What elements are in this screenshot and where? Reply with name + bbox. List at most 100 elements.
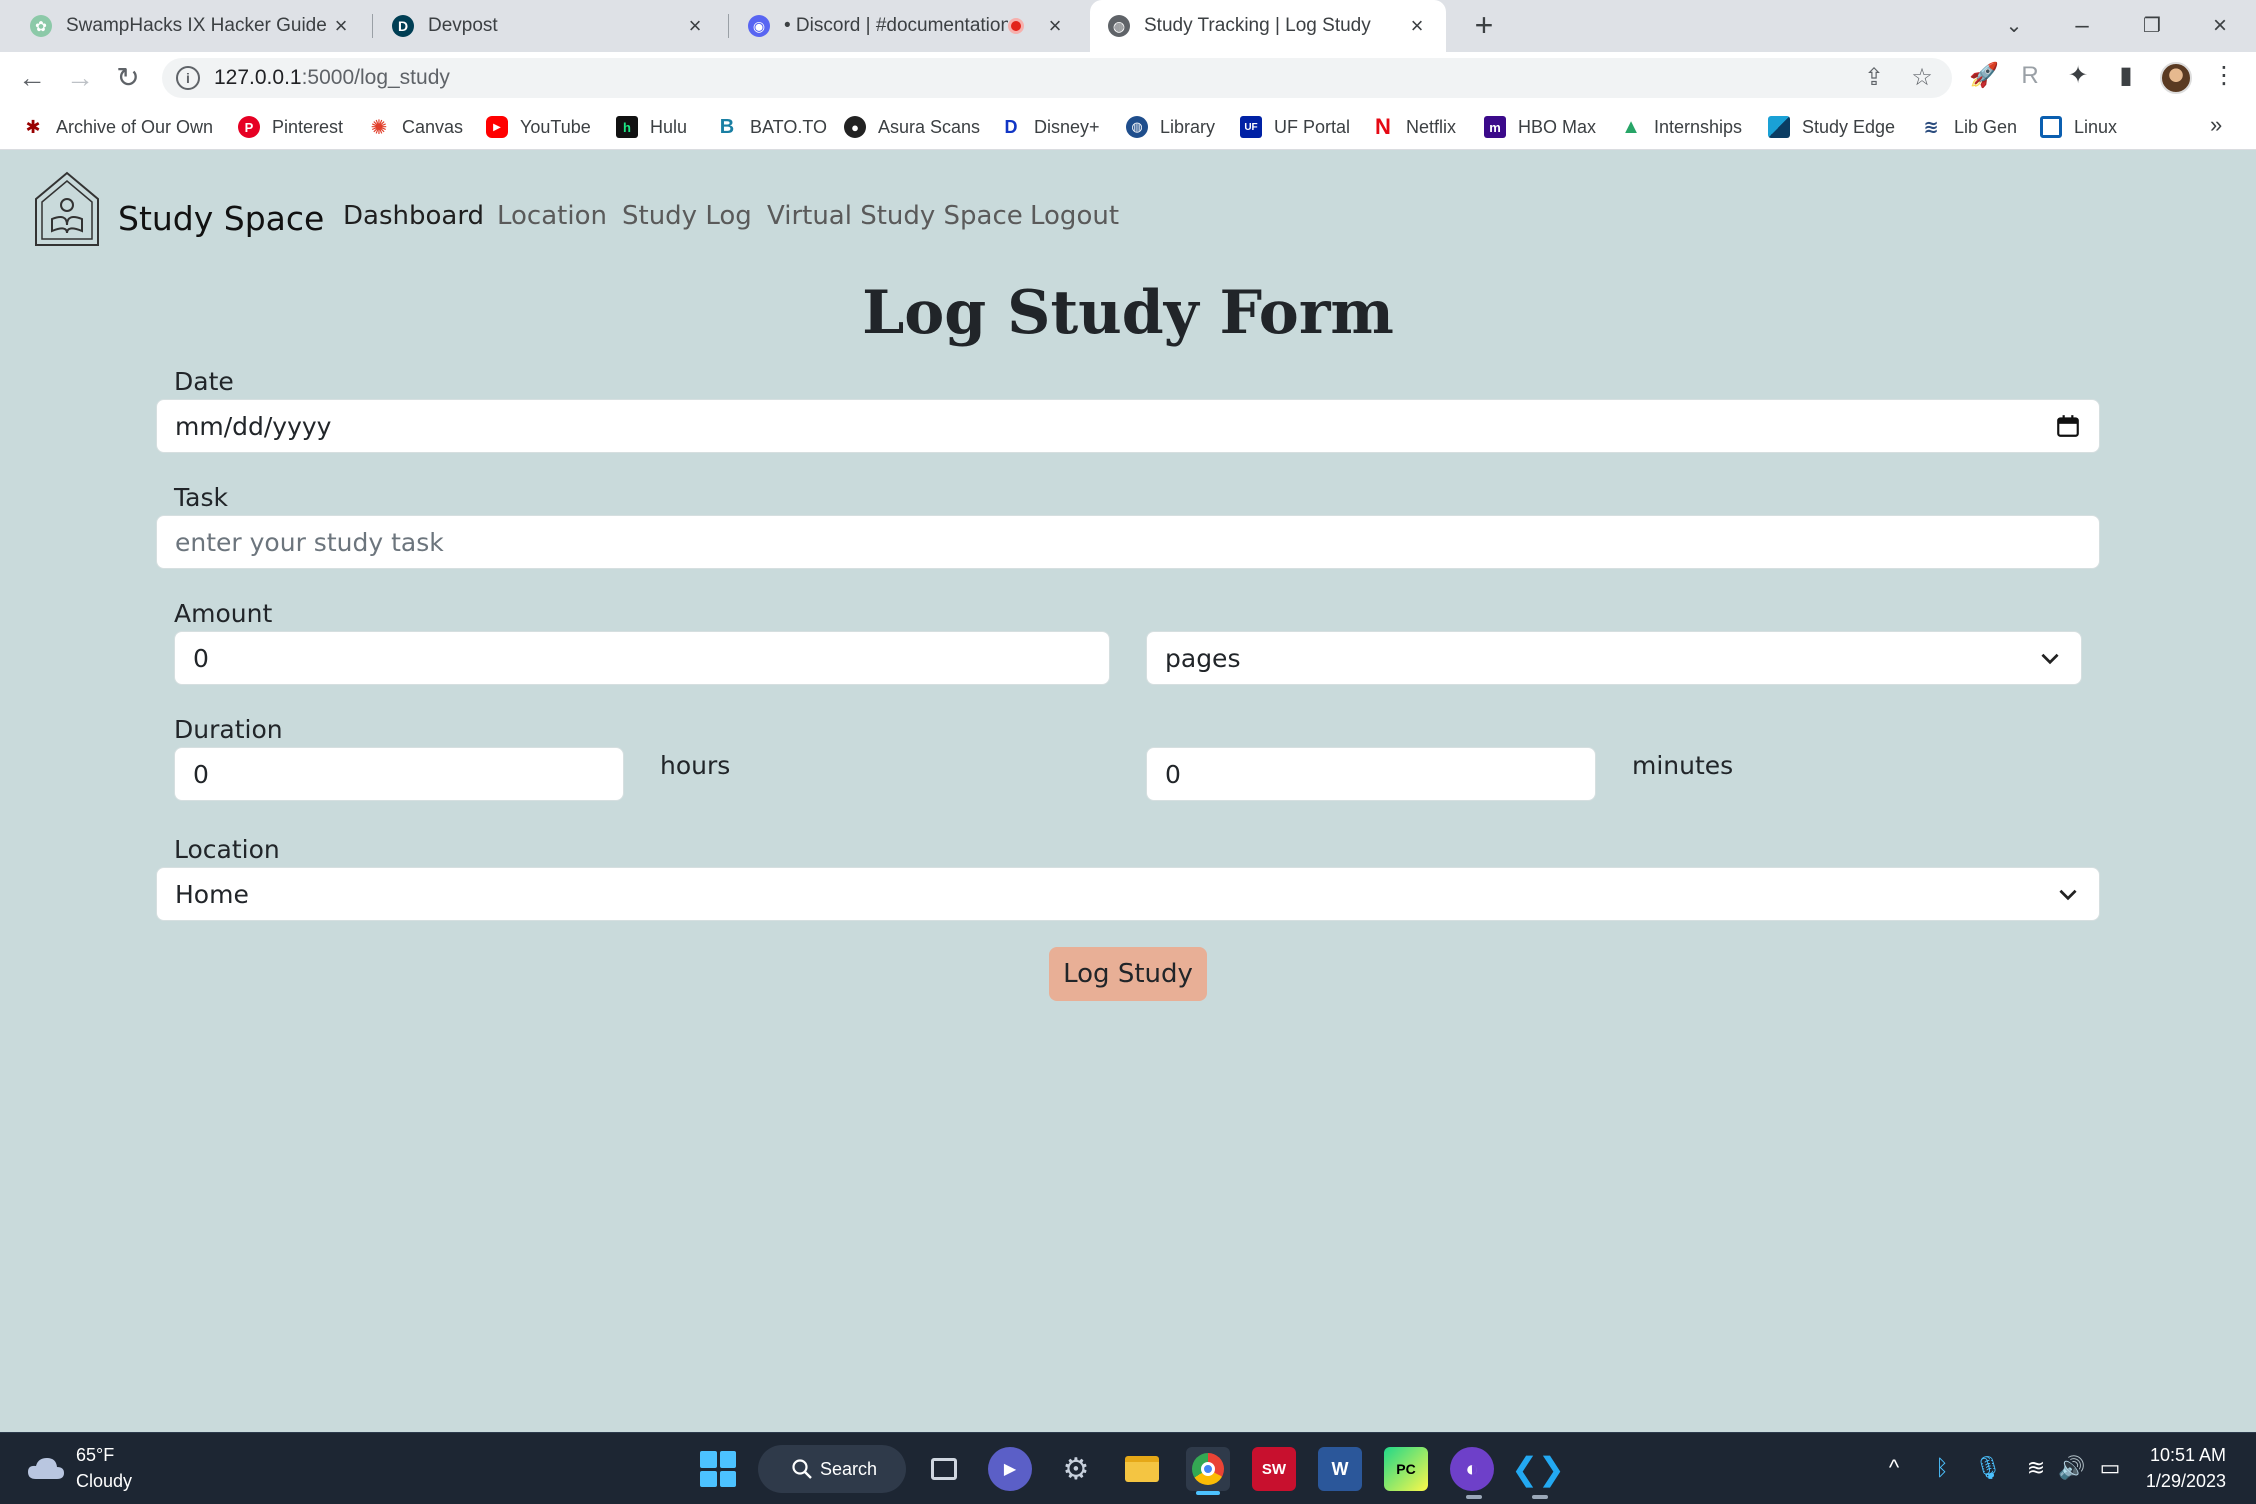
minutes-input[interactable]: 0 <box>1146 747 1596 801</box>
microphone-icon[interactable]: 🎙 <box>1974 1455 2002 1481</box>
address-bar[interactable]: i 127.0.0.1:5000/log_study ⇪ ☆ <box>162 58 1952 98</box>
window-close-button[interactable]: × <box>2198 6 2242 46</box>
close-tab-icon[interactable]: × <box>330 15 352 37</box>
bookmark-asura[interactable]: ● Asura Scans <box>844 114 980 140</box>
back-button[interactable]: ← <box>14 60 50 96</box>
bookmark-ao3[interactable]: ✱ Archive of Our Own <box>22 114 213 140</box>
bookmark-star-icon[interactable]: ☆ <box>1906 62 1938 94</box>
bookmark-hbo-max[interactable]: m HBO Max <box>1484 114 1596 140</box>
extension-r-icon[interactable]: R <box>2014 60 2046 92</box>
youtube-icon: ▶ <box>486 116 508 138</box>
vscode-icon[interactable]: ❮❯ <box>1511 1447 1565 1491</box>
browser-tab-strip: ✿ SwampHacks IX Hacker Guide × D Devpost… <box>0 0 2256 52</box>
amount-input[interactable]: 0 <box>174 631 1110 685</box>
close-tab-icon[interactable]: × <box>1406 15 1428 37</box>
bookmark-pinterest[interactable]: P Pinterest <box>238 114 343 140</box>
bluetooth-icon[interactable]: ᛒ <box>1928 1455 1956 1481</box>
tab-study-tracking[interactable]: ◍ Study Tracking | Log Study × <box>1090 0 1446 52</box>
forward-button[interactable]: → <box>62 60 98 96</box>
hours-unit-label: hours <box>660 751 731 780</box>
url-text[interactable]: 127.0.0.1:5000/log_study <box>214 66 450 90</box>
bookmark-linux[interactable]: Linux <box>2040 114 2117 140</box>
task-input[interactable]: enter your study task <box>156 515 2100 569</box>
tab-search-chevron-icon[interactable]: ⌄ <box>1992 6 2036 46</box>
date-input[interactable]: mm/dd/yyyy <box>156 399 2100 453</box>
tab-discord[interactable]: ◉ • Discord | #documentations × <box>730 0 1084 52</box>
weather-temperature[interactable]: 65°F <box>76 1445 114 1466</box>
nav-logout[interactable]: Logout <box>1030 201 1119 231</box>
reload-button[interactable]: ↻ <box>110 60 146 96</box>
bookmark-canvas[interactable]: ✺ Canvas <box>368 114 463 140</box>
bookmark-label: Canvas <box>402 116 464 137</box>
tab-swamphacks[interactable]: ✿ SwampHacks IX Hacker Guide × <box>12 0 370 52</box>
show-hidden-icons-chevron-icon[interactable]: ^ <box>1880 1455 1908 1481</box>
bookmark-youtube[interactable]: ▶ YouTube <box>486 114 591 140</box>
bookmark-uf-portal[interactable]: UF UF Portal <box>1240 114 1350 140</box>
nav-study-log[interactable]: Study Log <box>622 201 752 231</box>
close-tab-icon[interactable]: × <box>684 15 706 37</box>
battery-icon[interactable]: ▭ <box>2096 1455 2124 1481</box>
windows-start-button[interactable] <box>700 1451 736 1487</box>
amount-label: Amount <box>174 599 273 628</box>
tab-devpost[interactable]: D Devpost × <box>374 0 724 52</box>
chrome-menu-icon[interactable]: ⋮ <box>2208 60 2240 92</box>
tab-divider <box>372 14 373 38</box>
volume-icon[interactable]: 🔊 <box>2058 1455 2086 1481</box>
bato-icon: B <box>719 115 735 138</box>
bookmark-label: Library <box>1160 116 1216 137</box>
weather-condition[interactable]: Cloudy <box>76 1471 132 1492</box>
minimize-button[interactable]: – <box>2060 6 2104 46</box>
settings-gear-icon[interactable]: ⚙ <box>1054 1447 1098 1491</box>
search-label: Search <box>820 1458 878 1479</box>
chrome-running-indicator <box>1196 1491 1220 1495</box>
taskbar-search-button[interactable]: Search <box>758 1445 906 1493</box>
side-panel-icon[interactable]: ▮ <box>2110 60 2142 92</box>
wifi-icon[interactable]: ≋ <box>2022 1455 2050 1481</box>
location-select[interactable]: Home <box>156 867 2100 921</box>
bookmark-netflix[interactable]: N Netflix <box>1372 114 1456 140</box>
bookmark-hulu[interactable]: h Hulu <box>616 114 687 140</box>
close-tab-icon[interactable]: × <box>1044 15 1066 37</box>
new-tab-button[interactable]: + <box>1466 8 1502 44</box>
rocket-extension-icon[interactable]: 🚀 <box>1968 60 2000 92</box>
profile-avatar[interactable] <box>2160 62 2192 94</box>
nav-virtual-study-space[interactable]: Virtual Study Space <box>767 201 1023 231</box>
extensions-puzzle-icon[interactable]: ✦ <box>2062 60 2094 92</box>
amount-unit-select[interactable]: pages <box>1146 631 2082 685</box>
bookmark-internships[interactable]: ▲ Internships <box>1620 114 1742 140</box>
study-space-logo-icon[interactable] <box>30 169 104 249</box>
chrome-icon[interactable] <box>1186 1447 1230 1491</box>
bookmark-library[interactable]: ◍ Library <box>1126 114 1215 140</box>
site-info-icon[interactable]: i <box>176 66 200 90</box>
github-desktop-icon[interactable]: ◐ <box>1450 1447 1494 1491</box>
log-study-button[interactable]: Log Study <box>1049 947 1207 1001</box>
share-icon[interactable]: ⇪ <box>1858 62 1890 94</box>
tab-title: • Discord | #documentations <box>784 15 1008 36</box>
word-icon[interactable]: W <box>1318 1447 1362 1491</box>
bookmark-study-edge[interactable]: Study Edge <box>1768 114 1895 140</box>
bookmark-lib-gen[interactable]: ≋ Lib Gen <box>1920 114 2017 140</box>
tab-title: Devpost <box>428 15 498 36</box>
pycharm-icon[interactable]: PC <box>1384 1447 1428 1491</box>
bookmark-bato[interactable]: B BATO.TO <box>716 114 827 140</box>
nav-dashboard[interactable]: Dashboard <box>343 201 484 231</box>
swamphacks-favicon-icon: ✿ <box>30 15 52 37</box>
task-input-placeholder: enter your study task <box>175 527 444 557</box>
restore-button[interactable]: ❐ <box>2130 6 2174 46</box>
clock-date[interactable]: 1/29/2023 <box>2146 1471 2226 1492</box>
calendar-icon[interactable] <box>2055 413 2081 439</box>
cloud-weather-icon[interactable] <box>26 1455 66 1481</box>
solidworks-icon[interactable]: SW <box>1252 1447 1296 1491</box>
chevron-down-icon <box>2059 889 2077 901</box>
bookmark-label: YouTube <box>520 116 591 137</box>
bookmark-disney[interactable]: D Disney+ <box>1000 114 1100 140</box>
nav-location[interactable]: Location <box>497 201 607 231</box>
task-view-icon[interactable] <box>922 1447 966 1491</box>
brand-name[interactable]: Study Space <box>118 199 324 238</box>
uf-portal-icon: UF <box>1240 116 1262 138</box>
more-bookmarks-button[interactable]: » <box>2210 112 2222 138</box>
teams-chat-icon[interactable]: ▶ <box>988 1447 1032 1491</box>
file-explorer-icon[interactable] <box>1120 1447 1164 1491</box>
clock-time[interactable]: 10:51 AM <box>2150 1445 2226 1466</box>
hours-input[interactable]: 0 <box>174 747 624 801</box>
